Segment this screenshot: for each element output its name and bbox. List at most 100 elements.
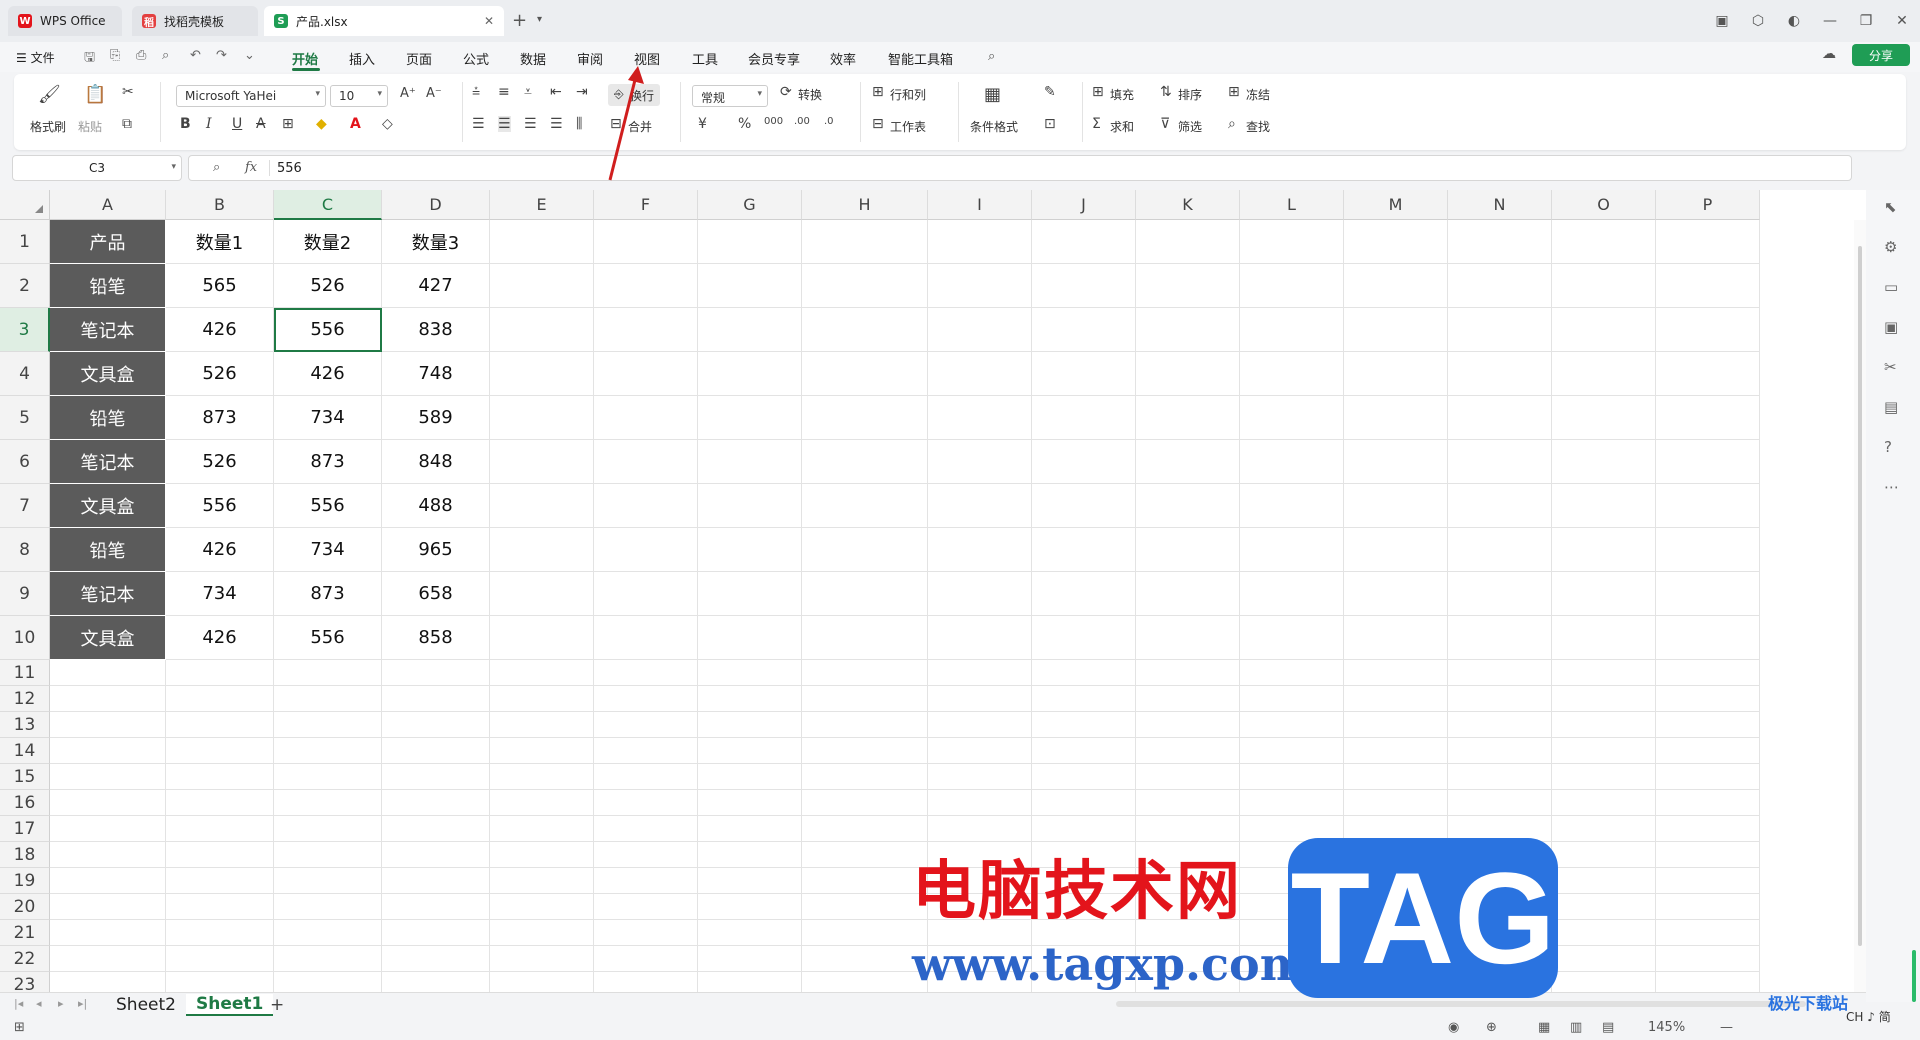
cell-e2[interactable] [490, 264, 594, 308]
format-painter-label[interactable]: 格式刷 [30, 118, 66, 135]
cell-j10[interactable] [1032, 616, 1136, 660]
row-header-5[interactable]: 5 [0, 396, 50, 440]
cell-m16[interactable] [1344, 790, 1448, 816]
cell-o22[interactable] [1552, 946, 1656, 972]
cell-g7[interactable] [698, 484, 802, 528]
cell-g6[interactable] [698, 440, 802, 484]
cell-c12[interactable] [274, 686, 382, 712]
cell-l14[interactable] [1240, 738, 1344, 764]
cell-o17[interactable] [1552, 816, 1656, 842]
column-header-l[interactable]: L [1240, 190, 1344, 220]
row-header-15[interactable]: 15 [0, 764, 50, 790]
cell-c5[interactable]: 734 [274, 396, 382, 440]
fill-icon[interactable]: ⊞ [1092, 84, 1104, 100]
cell-o21[interactable] [1552, 920, 1656, 946]
macro-icon[interactable]: ⊞ [14, 1020, 25, 1035]
column-header-e[interactable]: E [490, 190, 594, 220]
cell-j11[interactable] [1032, 660, 1136, 686]
cell-j2[interactable] [1032, 264, 1136, 308]
column-header-b[interactable]: B [166, 190, 274, 220]
cell-o16[interactable] [1552, 790, 1656, 816]
cell-k15[interactable] [1136, 764, 1240, 790]
cell-e21[interactable] [490, 920, 594, 946]
cell-n11[interactable] [1448, 660, 1552, 686]
cell-k16[interactable] [1136, 790, 1240, 816]
cell-a19[interactable] [50, 868, 166, 894]
cell-a18[interactable] [50, 842, 166, 868]
cell-e3[interactable] [490, 308, 594, 352]
redo-icon[interactable]: ↷ [216, 48, 227, 63]
cell-d12[interactable] [382, 686, 490, 712]
cell-f1[interactable] [594, 220, 698, 264]
menu-page[interactable]: 页面 [406, 49, 432, 68]
cell-k12[interactable] [1136, 686, 1240, 712]
row-header-7[interactable]: 7 [0, 484, 50, 528]
comment-icon[interactable]: ▭ [1884, 278, 1898, 296]
cell-p3[interactable] [1656, 308, 1760, 352]
cell-c1[interactable]: 数量2 [274, 220, 382, 264]
strikethrough-icon[interactable]: A [256, 116, 266, 132]
cut-icon[interactable]: ✂ [122, 84, 134, 100]
cell-h1[interactable] [802, 220, 928, 264]
cell-o4[interactable] [1552, 352, 1656, 396]
row-header-10[interactable]: 10 [0, 616, 50, 660]
eye-protection-icon[interactable]: ◉ [1448, 1020, 1459, 1035]
cell-e20[interactable] [490, 894, 594, 920]
paste-icon[interactable]: 📋 [84, 84, 106, 105]
row-header-2[interactable]: 2 [0, 264, 50, 308]
menu-formula[interactable]: 公式 [463, 49, 489, 68]
cell-p14[interactable] [1656, 738, 1760, 764]
cell-n1[interactable] [1448, 220, 1552, 264]
cell-p9[interactable] [1656, 572, 1760, 616]
cell-h15[interactable] [802, 764, 928, 790]
vertical-scrollbar[interactable] [1854, 220, 1866, 992]
cell-h11[interactable] [802, 660, 928, 686]
italic-icon[interactable]: I [206, 116, 212, 132]
cell-a2[interactable]: 铅笔 [50, 264, 166, 308]
cell-a21[interactable] [50, 920, 166, 946]
bold-icon[interactable]: B [180, 116, 191, 132]
print-preview-icon[interactable]: ⌕ [162, 48, 169, 63]
cell-h18[interactable] [802, 842, 928, 868]
search-icon[interactable]: ⌕ [988, 49, 995, 64]
cell-k2[interactable] [1136, 264, 1240, 308]
rows-cols-label[interactable]: 行和列 [890, 86, 926, 103]
number-format-select[interactable]: 常规 ▾ [692, 85, 768, 107]
cell-o7[interactable] [1552, 484, 1656, 528]
cell-o23[interactable] [1552, 972, 1656, 992]
row-header-4[interactable]: 4 [0, 352, 50, 396]
cell-m12[interactable] [1344, 686, 1448, 712]
menu-home[interactable]: 开始 [292, 49, 318, 68]
cell-e14[interactable] [490, 738, 594, 764]
cell-d11[interactable] [382, 660, 490, 686]
cell-d5[interactable]: 589 [382, 396, 490, 440]
row-header-13[interactable]: 13 [0, 712, 50, 738]
cell-m10[interactable] [1344, 616, 1448, 660]
paste-label[interactable]: 粘贴 [78, 118, 102, 135]
menu-efficiency[interactable]: 效率 [830, 49, 856, 68]
cell-j17[interactable] [1032, 816, 1136, 842]
cell-f21[interactable] [594, 920, 698, 946]
name-box[interactable]: C3 ▾ [12, 155, 182, 181]
cell-e19[interactable] [490, 868, 594, 894]
underline-icon[interactable]: U [232, 116, 242, 132]
row-header-1[interactable]: 1 [0, 220, 50, 264]
cloud-sync-icon[interactable]: ☁ [1822, 46, 1836, 62]
cell-b8[interactable]: 426 [166, 528, 274, 572]
new-tab-icon[interactable]: + [512, 10, 527, 31]
last-sheet-icon[interactable]: ▸| [78, 997, 87, 1010]
cell-c21[interactable] [274, 920, 382, 946]
next-sheet-icon[interactable]: ▸ [58, 997, 64, 1010]
cell-a7[interactable]: 文具盒 [50, 484, 166, 528]
increase-indent-icon[interactable]: ⇥ [576, 84, 588, 100]
font-size-select[interactable]: 10 ▾ [330, 85, 388, 107]
thousands-icon[interactable]: 000 [764, 116, 783, 127]
cell-h23[interactable] [802, 972, 928, 992]
font-color-icon[interactable]: A [350, 116, 361, 132]
cell-e1[interactable] [490, 220, 594, 264]
cell-o19[interactable] [1552, 868, 1656, 894]
row-header-19[interactable]: 19 [0, 868, 50, 894]
cell-k17[interactable] [1136, 816, 1240, 842]
cell-f20[interactable] [594, 894, 698, 920]
cell-j8[interactable] [1032, 528, 1136, 572]
